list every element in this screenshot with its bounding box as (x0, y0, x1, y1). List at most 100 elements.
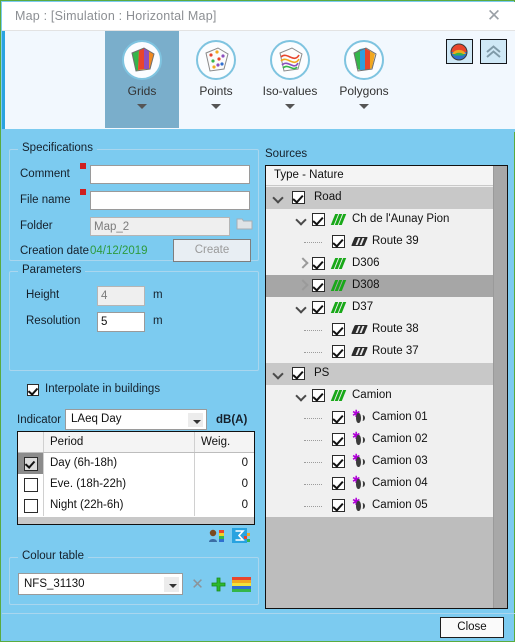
sigma-export-icon[interactable] (232, 527, 251, 545)
tree-checkbox-camion-04[interactable] (332, 477, 345, 490)
tree-node-road[interactable]: Road (266, 187, 493, 209)
file-name-input[interactable] (90, 191, 250, 210)
delete-colour-table-icon[interactable]: ✕ (190, 577, 205, 592)
tree-connector (304, 440, 322, 442)
sources-tree[interactable]: Type - Nature Road Ch de l'Aunay Pion Ro… (265, 165, 508, 609)
period-check-cell[interactable] (18, 474, 44, 495)
create-button[interactable]: Create (173, 239, 251, 262)
palette-icon[interactable] (445, 39, 473, 64)
sources-tree-scrollbar[interactable] (493, 166, 507, 608)
period-weight-cell[interactable]: 0 (195, 495, 254, 516)
tree-checkbox-camion[interactable] (312, 389, 325, 402)
folder-icon[interactable] (236, 216, 253, 231)
colour-table-select[interactable]: NFS_31130 (18, 573, 183, 595)
folder-input[interactable] (90, 217, 230, 236)
table-row[interactable]: Day (6h-18h) 0 (18, 453, 254, 474)
chevron-down-icon[interactable] (211, 104, 221, 109)
close-button[interactable]: Close (440, 617, 504, 638)
ribbon-tab-polygons[interactable]: Polygons (327, 31, 401, 128)
chevron-down-icon[interactable] (285, 104, 295, 109)
resolution-input[interactable] (97, 312, 145, 332)
tree-node-ps[interactable]: PS (266, 363, 493, 385)
chevron-right-icon[interactable] (297, 259, 307, 269)
chevron-down-icon[interactable] (137, 104, 147, 109)
tree-label-camion: Camion (352, 389, 392, 401)
tree-node-d306[interactable]: D306 (266, 253, 493, 275)
route-icon (351, 323, 368, 336)
tree-connector (304, 462, 322, 464)
interpolate-checkbox[interactable] (27, 384, 39, 396)
ribbon-divider (2, 129, 515, 132)
tree-checkbox-ps[interactable] (292, 367, 305, 380)
period-weight-evening: 0 (241, 478, 248, 490)
edit-palette-icon[interactable] (232, 577, 251, 592)
ribbon-tab-iso-values[interactable]: Iso-values (253, 31, 327, 128)
tree-label-d306: D306 (352, 257, 380, 269)
tree-node-route-38[interactable]: Route 38 (266, 319, 493, 341)
ribbon-tab-points[interactable]: Points (179, 31, 253, 128)
tree-checkbox-camion-03[interactable] (332, 455, 345, 468)
collapse-chevrons-icon[interactable] (480, 39, 507, 64)
chevron-down-icon[interactable] (274, 193, 284, 203)
sources-tree-header: Type - Nature (266, 166, 493, 186)
tree-checkbox-road[interactable] (292, 191, 305, 204)
chevron-down-icon[interactable] (297, 303, 307, 313)
period-name-cell: Day (6h-18h) (44, 453, 195, 474)
period-check-cell[interactable] (18, 453, 44, 474)
tree-node-camion-05[interactable]: ✱ Camion 05 (266, 495, 493, 517)
tree-checkbox-ch-de-l-aunay-pion[interactable] (312, 213, 325, 226)
tree-checkbox-route-39[interactable] (332, 235, 345, 248)
tree-node-camion-02[interactable]: ✱ Camion 02 (266, 429, 493, 451)
colour-table-value: NFS_31130 (24, 578, 85, 590)
tree-checkbox-d306[interactable] (312, 257, 325, 270)
period-weight-cell[interactable]: 0 (195, 474, 254, 495)
tree-checkbox-camion-01[interactable] (332, 411, 345, 424)
periods-header-period-col: Period (44, 432, 195, 452)
comment-input[interactable] (90, 165, 250, 184)
tree-checkbox-route-37[interactable] (332, 345, 345, 358)
tree-node-ch-de-l-aunay-pion[interactable]: Ch de l'Aunay Pion (266, 209, 493, 231)
chevron-down-icon[interactable] (359, 104, 369, 109)
add-colour-table-icon[interactable] (211, 577, 226, 592)
chevron-down-icon[interactable] (164, 577, 179, 592)
tree-checkbox-d308[interactable] (312, 279, 325, 292)
ribbon-tab-grids[interactable]: Grids (105, 31, 179, 128)
indicator-unit: dB(A) (216, 414, 248, 426)
chevron-down-icon[interactable] (188, 413, 203, 427)
tree-node-camion-01[interactable]: ✱ Camion 01 (266, 407, 493, 429)
tree-node-d308[interactable]: D308 (266, 275, 493, 297)
period-checkbox-day[interactable] (24, 457, 38, 471)
period-check-cell[interactable] (18, 495, 44, 516)
tree-node-camion-04[interactable]: ✱ Camion 04 (266, 473, 493, 495)
period-weight-cell[interactable]: 0 (195, 453, 254, 474)
close-icon[interactable]: ✕ (483, 7, 505, 27)
tree-checkbox-camion-02[interactable] (332, 433, 345, 446)
height-input[interactable] (97, 286, 145, 306)
chevron-right-icon[interactable] (297, 281, 307, 291)
points-icon (196, 40, 236, 80)
tree-node-camion[interactable]: Camion (266, 385, 493, 407)
tree-node-d37[interactable]: D37 (266, 297, 493, 319)
table-row[interactable]: Eve. (18h-22h) 0 (18, 474, 254, 495)
tree-label-d37: D37 (352, 301, 374, 313)
user-levels-icon[interactable] (208, 528, 226, 544)
chevron-down-icon[interactable] (297, 215, 307, 225)
tree-checkbox-camion-05[interactable] (332, 499, 345, 512)
tree-checkbox-d37[interactable] (312, 301, 325, 314)
specifications-group: Specifications Comment File name Folder … (9, 142, 259, 262)
period-checkbox-night[interactable] (24, 499, 38, 513)
comment-required-marker (80, 163, 86, 169)
indicator-select[interactable]: LAeq Day (65, 409, 207, 430)
chevron-down-icon[interactable] (297, 391, 307, 401)
tree-node-route-39[interactable]: Route 39 (266, 231, 493, 253)
tree-label-route-39: Route 39 (372, 235, 419, 247)
tree-node-route-37[interactable]: Route 37 (266, 341, 493, 363)
tree-connector (304, 484, 322, 486)
tree-node-camion-03[interactable]: ✱ Camion 03 (266, 451, 493, 473)
chevron-down-icon[interactable] (274, 369, 284, 379)
period-name-cell: Night (22h-6h) (44, 495, 195, 516)
period-checkbox-evening[interactable] (24, 478, 38, 492)
tree-checkbox-route-38[interactable] (332, 323, 345, 336)
table-row[interactable]: Night (22h-6h) 0 (18, 495, 254, 516)
point-source-icon: ✱ (352, 454, 367, 468)
